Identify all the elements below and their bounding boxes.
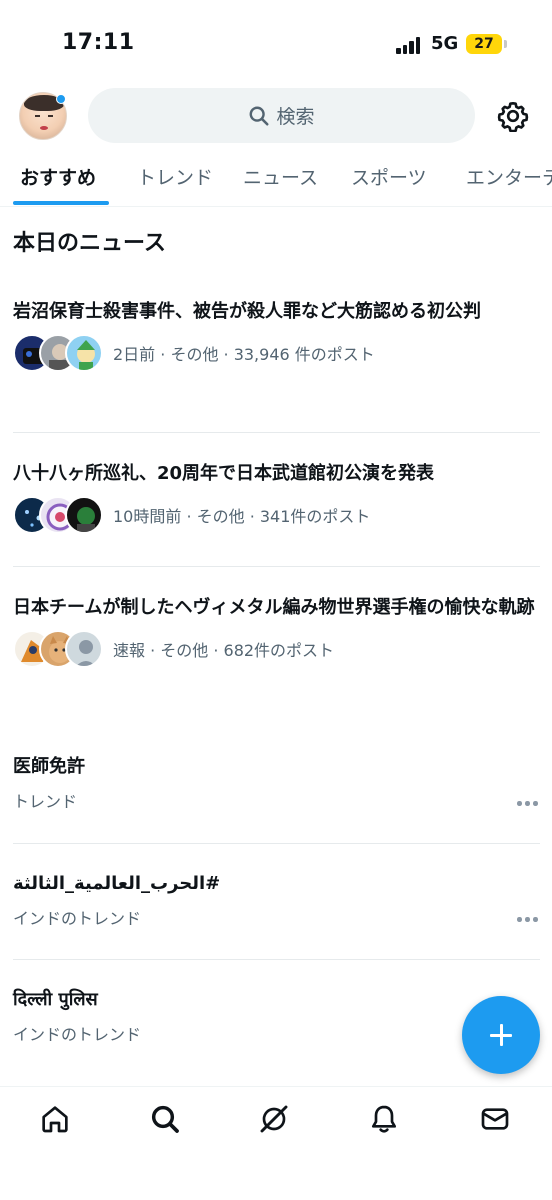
news-avatars <box>13 495 103 535</box>
grok-icon[interactable] <box>258 1103 290 1135</box>
trend-item[interactable]: #الحرب_العالمية_الثالثة インドのトレンド <box>13 871 540 929</box>
trend-item[interactable]: दिल्ली पुलिस インドのトレンド <box>13 987 540 1045</box>
news-meta: 2日前 · その他 · 33,946 件のポスト <box>113 345 375 364</box>
trend-title: #الحرب_العالمية_الثالثة <box>13 873 221 894</box>
search-icon[interactable] <box>149 1103 181 1135</box>
network-label: 5G <box>431 33 459 54</box>
more-icon[interactable] <box>517 801 539 807</box>
tab-entertainment[interactable]: エンターテ <box>466 163 552 190</box>
bottom-nav <box>0 1086 552 1200</box>
status-time: 17:11 <box>62 30 135 55</box>
battery-icon: 27 <box>466 34 507 54</box>
more-icon[interactable] <box>517 917 539 923</box>
news-headline: 岩沼保育士殺害事件、被告が殺人罪など大筋認める初公判 <box>13 301 481 322</box>
trend-subtitle: インドのトレンド <box>13 909 142 928</box>
bell-icon[interactable] <box>368 1103 400 1135</box>
section-title: 本日のニュース <box>13 231 166 256</box>
compose-plus-icon[interactable] <box>462 996 540 1074</box>
news-avatars <box>13 333 103 373</box>
trend-title: 医師免許 <box>13 756 85 777</box>
news-meta: 速報 · その他 · 682件のポスト <box>113 641 335 660</box>
news-item[interactable]: 日本チームが制したヘヴィメタル編み物世界選手権の愉快な軌跡 速報 · その他 ·… <box>13 594 540 669</box>
divider <box>13 432 540 433</box>
home-icon[interactable] <box>39 1103 71 1135</box>
avatar <box>65 496 103 534</box>
top-bar: 検索 <box>0 88 552 144</box>
trend-item[interactable]: 医師免許 トレンド <box>13 754 540 812</box>
trend-subtitle: インドのトレンド <box>13 1025 142 1044</box>
search-bar[interactable]: 検索 <box>88 88 475 143</box>
avatar <box>65 630 103 668</box>
divider <box>13 959 540 960</box>
search-icon <box>250 106 270 126</box>
avatar <box>65 334 103 372</box>
news-headline: 日本チームが制したヘヴィメタル編み物世界選手権の愉快な軌跡 <box>13 597 535 618</box>
tab-news[interactable]: ニュース <box>243 163 318 190</box>
trend-title: दिल्ली पुलिस <box>13 989 98 1010</box>
divider <box>13 843 540 844</box>
signal-icon <box>396 36 422 54</box>
trend-subtitle: トレンド <box>13 792 78 811</box>
tab-recommended[interactable]: おすすめ <box>20 163 96 190</box>
divider <box>13 566 540 567</box>
news-item[interactable]: 岩沼保育士殺害事件、被告が殺人罪など大筋認める初公判 2日前 · その他 · 3… <box>13 298 540 373</box>
active-tab-indicator <box>13 201 109 205</box>
news-meta: 10時間前 · その他 · 341件のポスト <box>113 507 371 526</box>
gear-icon[interactable] <box>497 100 529 132</box>
news-item[interactable]: 八十八ヶ所巡礼、20周年で日本武道館初公演を発表 10時間前 · その他 · 3… <box>13 460 540 535</box>
tab-sports[interactable]: スポーツ <box>351 163 427 190</box>
news-avatars <box>13 629 103 669</box>
news-headline: 八十八ヶ所巡礼、20周年で日本武道館初公演を発表 <box>13 463 435 484</box>
notification-dot <box>56 94 66 104</box>
search-placeholder: 検索 <box>276 106 315 128</box>
battery-level: 27 <box>474 36 494 52</box>
mail-icon[interactable] <box>479 1103 511 1135</box>
tab-trends[interactable]: トレンド <box>137 163 213 190</box>
tab-bar: おすすめ トレンド ニュース スポーツ エンターテ <box>0 150 552 207</box>
status-bar: 17:11 5G 27 <box>0 0 552 88</box>
